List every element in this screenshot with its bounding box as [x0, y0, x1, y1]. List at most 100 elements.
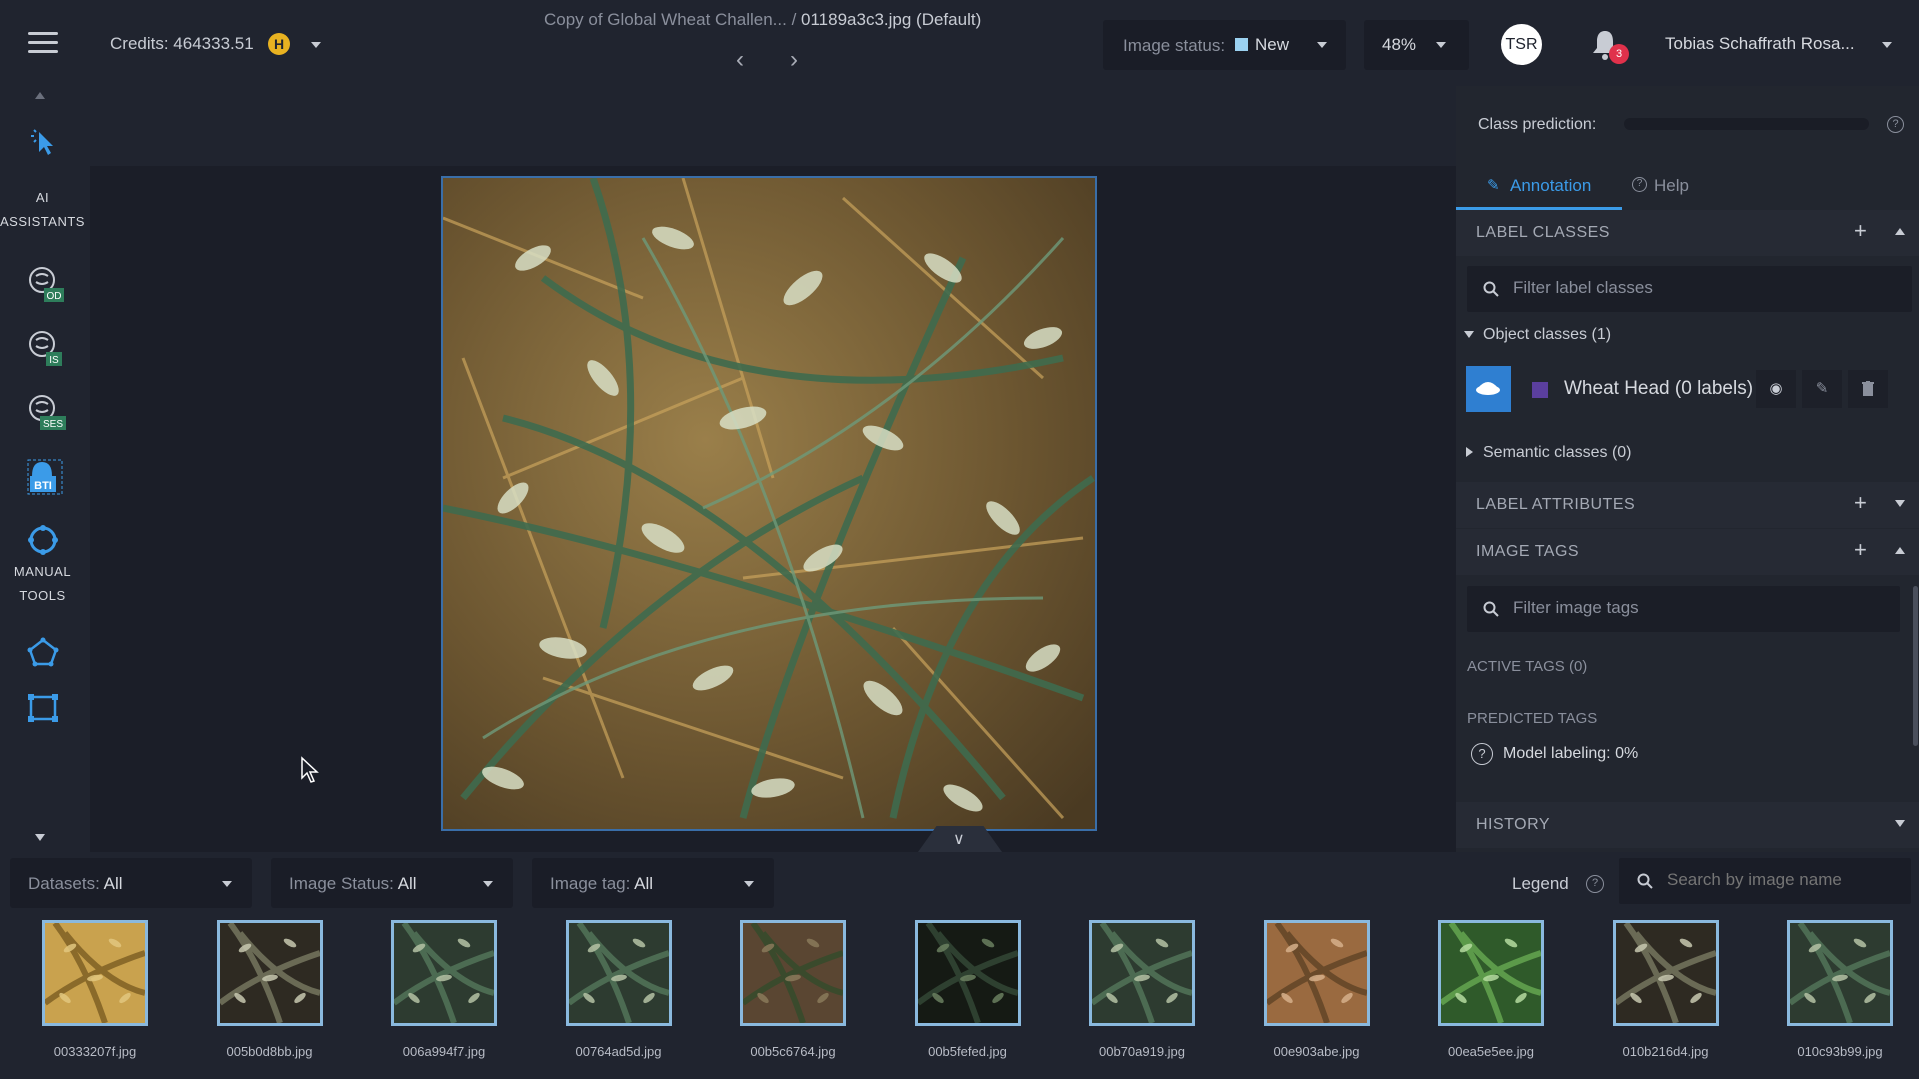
- search-image-input[interactable]: [1667, 870, 1897, 890]
- ai-pointer-icon[interactable]: [22, 122, 68, 168]
- thumbnail-filename: 010b216d4.jpg: [1622, 1044, 1709, 1059]
- right-panel-scrollbar[interactable]: [1913, 586, 1918, 746]
- search-icon: [1483, 281, 1499, 297]
- semantic-classes-group[interactable]: Semantic classes (0): [1456, 440, 1919, 470]
- tab-help[interactable]: ? Help: [1632, 164, 1742, 210]
- thumbnail[interactable]: [1089, 920, 1195, 1026]
- image-tag-filter-dropdown[interactable]: Image tag: All: [532, 858, 774, 908]
- status-color-swatch: [1235, 38, 1248, 51]
- class-shape-icon[interactable]: [1466, 366, 1511, 412]
- label-classes-header: LABEL CLASSES +: [1456, 210, 1919, 256]
- thumbnail[interactable]: [391, 920, 497, 1026]
- semantic-segmentation-brain-icon[interactable]: SES: [22, 390, 68, 436]
- eye-icon[interactable]: ◉: [1756, 370, 1796, 408]
- double-chevron-down-icon[interactable]: ∨: [953, 829, 965, 848]
- user-menu-chevron-icon[interactable]: [1882, 42, 1892, 48]
- add-image-tag-icon[interactable]: +: [1854, 537, 1867, 563]
- filter-label-classes-field: [1467, 266, 1912, 312]
- question-circle-icon[interactable]: ?: [1471, 743, 1493, 765]
- image-tag-filter-label: Image tag:: [550, 874, 631, 893]
- zoom-value: 48%: [1382, 35, 1417, 54]
- thumbnail-filename: 00b70a919.jpg: [1098, 1044, 1186, 1059]
- zoom-dropdown[interactable]: 48%: [1364, 20, 1469, 70]
- datasets-value: All: [103, 874, 123, 893]
- project-path[interactable]: Copy of Global Wheat Challen... /: [544, 10, 796, 29]
- thumbnail[interactable]: [1438, 920, 1544, 1026]
- class-color-swatch[interactable]: [1532, 382, 1548, 398]
- next-image-icon[interactable]: ›: [790, 46, 798, 74]
- thumbnail[interactable]: [914, 920, 1021, 1026]
- legend-label: Legend: [1512, 874, 1569, 893]
- model-labeling-row: ? Model labeling: 0%: [1471, 743, 1771, 769]
- bounding-box-ai-icon[interactable]: BTI: [22, 454, 68, 500]
- expand-down-icon[interactable]: [1895, 500, 1905, 507]
- object-detection-brain-icon[interactable]: OD: [22, 262, 68, 308]
- thumbnail[interactable]: [216, 920, 323, 1026]
- help-circle-icon: ?: [1632, 177, 1647, 192]
- filter-label-classes-input[interactable]: [1513, 278, 1873, 298]
- thumbnail-image: [1441, 923, 1541, 1023]
- expand-down-icon[interactable]: [1895, 820, 1905, 827]
- bti-badge: BTI: [34, 480, 52, 492]
- datasets-dropdown[interactable]: Datasets: All: [10, 858, 252, 908]
- object-classes-group[interactable]: Object classes (1): [1456, 322, 1919, 352]
- polygon-tool-icon[interactable]: [22, 630, 68, 676]
- label-attributes-title: LABEL ATTRIBUTES: [1476, 496, 1636, 513]
- add-label-class-icon[interactable]: +: [1854, 218, 1867, 244]
- scroll-down-icon[interactable]: [35, 834, 45, 841]
- legend-button[interactable]: Legend ?: [1512, 874, 1604, 898]
- thumbnail-filename: 00e903abe.jpg: [1273, 1044, 1360, 1059]
- filter-image-tags-field: [1467, 586, 1900, 632]
- ai-assistants-label: AI ASSISTANTS: [0, 190, 85, 229]
- thumbnail-filename: 00333207f.jpg: [53, 1044, 137, 1059]
- search-icon: [1637, 873, 1653, 889]
- thumbnail-filename: 00ea5e5ee.jpg: [1447, 1044, 1535, 1059]
- image-status-label: Image status:: [1123, 36, 1226, 55]
- user-name[interactable]: Tobias Schaffrath Rosa...: [1665, 34, 1855, 54]
- tab-annotation[interactable]: ✎ Annotation: [1456, 164, 1622, 210]
- image-status-filter-value: All: [397, 874, 417, 893]
- collapse-up-icon[interactable]: [1895, 547, 1905, 554]
- rectangle-tool-icon[interactable]: [22, 686, 68, 732]
- image-status-dropdown[interactable]: Image status: New: [1103, 20, 1346, 70]
- thumbnail-image: [394, 923, 494, 1023]
- thumbnail[interactable]: [1612, 920, 1719, 1026]
- left-toolbar: AI ASSISTANTS OD IS SES BTI MANUAL TOOLS: [0, 86, 90, 852]
- breadcrumb: Copy of Global Wheat Challen... / 01189a…: [544, 10, 981, 30]
- class-name: Wheat Head (0 labels): [1564, 378, 1754, 399]
- thumbnail[interactable]: [1263, 920, 1370, 1026]
- image-status-filter-dropdown[interactable]: Image Status: All: [271, 858, 513, 908]
- help-circle-icon[interactable]: ?: [1887, 116, 1904, 133]
- thumbnail-image: [1266, 923, 1367, 1023]
- object-classes-label: Object classes (1): [1483, 326, 1612, 343]
- thumbnail-image: [45, 923, 145, 1023]
- image-status-value: New: [1255, 35, 1290, 54]
- credits-dropdown-icon[interactable]: [311, 42, 321, 48]
- collapse-up-icon[interactable]: [1895, 228, 1905, 235]
- thumbnail[interactable]: [740, 920, 846, 1026]
- menu-icon[interactable]: [28, 32, 58, 54]
- wheat-field-image[interactable]: [441, 176, 1097, 831]
- delete-trash-icon[interactable]: [1848, 370, 1888, 408]
- class-prediction-bar: [1624, 118, 1869, 130]
- semantic-classes-label: Semantic classes (0): [1483, 444, 1632, 461]
- thumbnail[interactable]: [42, 920, 148, 1026]
- ses-badge: SES: [43, 419, 63, 430]
- previous-image-icon[interactable]: ‹: [736, 46, 744, 74]
- model-labeling-text: Model labeling: 0%: [1503, 745, 1639, 762]
- add-label-attribute-icon[interactable]: +: [1854, 490, 1867, 516]
- smart-polygon-icon[interactable]: [22, 518, 68, 564]
- expand-down-icon: [1464, 331, 1474, 338]
- edit-pencil-icon[interactable]: ✎: [1802, 370, 1842, 408]
- credits-label: Credits: 464333.51: [110, 34, 254, 53]
- thumbnail[interactable]: [1787, 920, 1893, 1026]
- thumbnail[interactable]: [565, 920, 672, 1026]
- instance-segmentation-brain-icon[interactable]: IS: [22, 326, 68, 372]
- wheat-image-svg: [443, 178, 1095, 829]
- filter-image-tags-input[interactable]: [1513, 598, 1873, 618]
- class-row-wheat-head[interactable]: Wheat Head (0 labels) ◉ ✎: [1466, 366, 1919, 412]
- avatar[interactable]: TSR: [1501, 24, 1542, 65]
- datasets-label: Datasets:: [28, 874, 100, 893]
- chevron-down-icon: [483, 881, 493, 887]
- scroll-up-icon[interactable]: [35, 92, 45, 99]
